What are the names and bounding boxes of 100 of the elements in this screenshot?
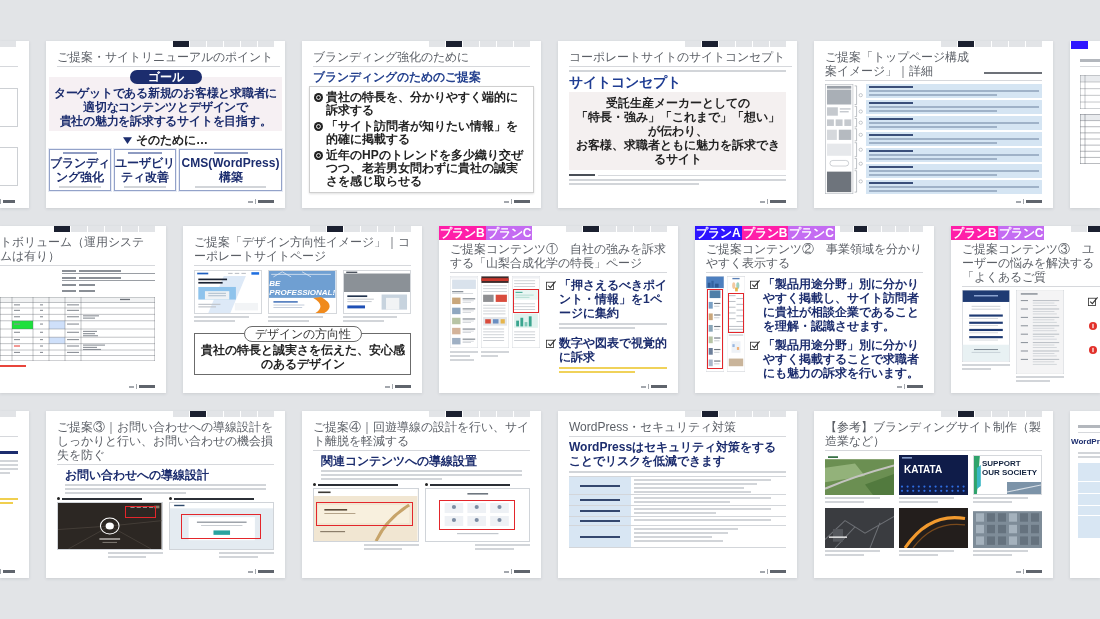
section-heading: WordPr [1071,437,1100,447]
website-screenshot-drawing [825,508,894,548]
caption-lines-drawing [899,497,955,503]
section-heading: 関連コンテンツへの導線設置 [321,454,478,468]
slide-title: ご提案コンテンツ③ ユーザーの悩みを解決する「よくあるご質 [962,242,1095,284]
concept-statement: 受託生産メーカーとしての 「特長・強み」「これまで」「想い」が伝わり、 お客様、求職者ともに魅力を訴求できるサイト [574,96,781,166]
website-screenshot-drawing [899,455,968,495]
caption-lines-drawing [899,550,955,556]
caption-lines-drawing [973,497,1029,503]
text-lines-drawing [195,186,266,188]
note-lines-drawing [984,72,1042,74]
note-lines-drawing [0,365,26,367]
section-heading: WordPressはセキュリティ対策をすることでリスクを低減できます [569,440,778,468]
page-footer-drawing [760,199,786,204]
page-footer-drawing [504,569,530,574]
checkbox-tick-icon [546,339,556,348]
row-header-cell [1078,506,1100,515]
slide-title: トボリューム（運用システムは有り） [0,235,145,263]
website-screenshot-drawing [973,455,1042,495]
hero-headline: BE PROFESSIONAL! [269,279,336,297]
card-title: ブランディング強化 [50,156,110,184]
row-header-cell [1078,463,1100,481]
plan-tag: プランB [741,226,789,240]
plan-tag: プランA [695,226,742,240]
page-footer-drawing [0,199,15,204]
slide-title: ご提案③｜お問い合わせへの導線設計をしっかりと行い、お問い合わせの機会損失を防ぐ [57,420,274,462]
page-footer-drawing [248,569,274,574]
content-panel [0,147,18,186]
section-heading: お問い合わせへの導線設計 [65,468,210,482]
text-lines-drawing [1078,452,1100,458]
slide-title: ご提案・サイトリニューアルのポイント [57,50,273,64]
slide-title: ご提案コンテンツ② 事業領域を分かりやすく表示する [706,242,923,270]
text-lines-drawing [0,460,18,474]
website-screenshot-drawing [194,270,263,314]
table-drawing [1080,75,1100,109]
card-label-lines-drawing [63,152,97,154]
check-heading: 「製品用途分野」別に分かりやすく掲載し、サイト訪問者に貴社が相談企業であることを理解・認識させます。 [763,277,920,333]
triangle-down-icon [123,136,132,144]
card-label-lines-drawing [128,152,162,154]
slide-title: ブランディング強化のために [313,50,469,64]
checkbox-tick-icon [750,280,760,289]
label-lines-drawing [569,174,595,176]
caption-lines-drawing [962,364,1010,370]
website-screenshot-drawing [899,508,968,548]
heading-lines-drawing [869,166,913,168]
section-heading: サイトコンセプト [569,74,682,90]
slide-title: コーポレートサイトのサイトコンセプト [569,50,785,64]
label-lines-drawing [580,484,620,487]
caption-lines-drawing [268,316,323,322]
row-header-cell [1078,516,1100,538]
direction-statement: 貴社の特長と誠実さを伝えた、安心感のあるデザイン [199,343,406,371]
proposal-item: 貴社の特長を、分かりやすく端的に訴求する [326,91,519,117]
plan-tag: プランC [788,226,835,240]
label-lines-drawing [580,535,620,538]
caption-lines-drawing [475,544,530,550]
heading-lines-drawing [869,134,913,136]
page-footer-drawing [641,384,667,389]
proposal-item: 「サイト訪問者が知りたい情報」を的確に掲載する [326,120,519,146]
direction-label: デザインの方向性 [243,326,362,342]
row-header-cell [1078,482,1100,493]
label-lines-drawing [580,510,620,512]
slide-title: ご提案④｜回遊導線の設計を行い、サイト離脱を軽減する [313,420,530,448]
webpage-screenshot-drawing [450,276,478,348]
slide-title: WordPress・セキュリティ対策 [569,420,737,434]
slide-title: ご提案「デザイン方向性イメージ」｜コーポレートサイトページ [194,235,411,263]
text-lines-drawing [59,186,101,188]
webpage-screenshot-drawing [962,290,1010,362]
heading-lines-drawing [869,150,913,152]
check-heading: 「押さえるべきポイント・情報」を1ページに集約 [559,278,667,320]
card-label-lines-drawing [213,152,248,154]
plan-tag: プランC [997,226,1045,240]
content-panel [0,88,18,127]
bullet-icon [314,151,323,160]
caption-lines-drawing [450,351,478,361]
hero-headline: KATATA [904,464,943,475]
heading-lines-drawing [869,182,913,184]
marker-dot-icon [1089,346,1097,354]
page-footer-drawing [129,384,155,389]
goal-label: ゴール [129,70,202,84]
row-header-cell [1078,494,1100,505]
caption-lines-drawing [825,497,881,503]
card-title: ユーザビリティ改善 [115,156,175,184]
hero-headline: SUPPORT OUR SOCIETY [982,459,1039,477]
page-footer-drawing [1016,569,1042,574]
caption-lines-drawing [973,550,1029,556]
website-screenshot-drawing [342,270,411,314]
caption-lines-drawing [363,544,419,550]
checkbox-tick-icon [750,341,760,350]
page-footer-drawing [897,384,923,389]
check-heading: 「製品用途分野」別に分かりやすく掲載することで求職者にも魅力の訴求を行います。 [763,338,920,380]
slide-title: ご提案「トップページ構成案イメージ」｜詳細 [825,50,970,78]
plan-tag: プランC [485,226,533,240]
slide-title: 【参考】ブランディングサイト制作（製造業など） [825,420,1042,448]
heading-lines-drawing [869,86,913,88]
goal-statement: ターゲットである新規のお客様と求職者に 適切なコンテンツとデザインで 貴社の魅力を訴求するサイトを目指す。 [53,86,278,128]
page-footer-drawing [248,199,274,204]
page-footer-drawing [760,569,786,574]
caption-lines-drawing [219,552,274,558]
page-footer-drawing [385,384,411,389]
webpage-screenshot-drawing [481,276,509,348]
